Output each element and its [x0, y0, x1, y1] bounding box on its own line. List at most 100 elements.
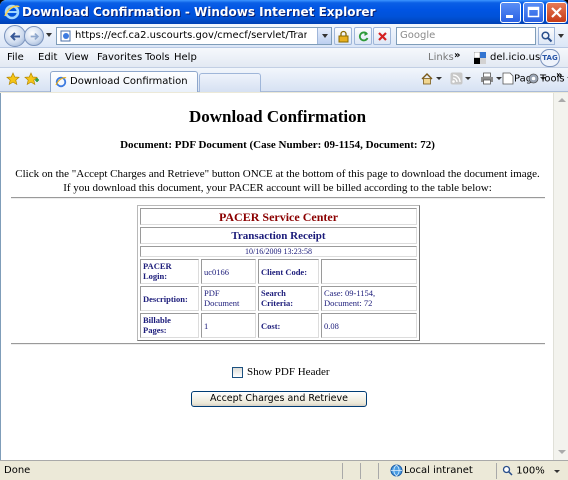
address-field[interactable]: https://ecf.ca2.uscourts.gov/cmecf/servl… — [56, 27, 332, 45]
tag-button[interactable]: TAG — [540, 49, 560, 67]
search-criteria-value: Case: 09-1154, Document: 72 — [321, 286, 417, 311]
refresh-icon — [358, 31, 369, 42]
minimize-icon — [506, 15, 513, 18]
menu-bar: File Edit View Favorites Tools Help Link… — [0, 48, 568, 68]
billable-pages-value: 1 — [201, 313, 256, 338]
home-icon — [421, 73, 433, 85]
menu-tools[interactable]: Tools — [145, 52, 170, 63]
document-line: Document: PDF Document (Case Number: 09-… — [120, 139, 435, 151]
minimize-button[interactable] — [500, 2, 521, 23]
refresh-button[interactable] — [354, 27, 372, 45]
stop-button[interactable] — [373, 27, 391, 45]
instruction-text-1: Click on the "Accept Charges and Retriev… — [15, 168, 540, 180]
home-button[interactable] — [420, 72, 442, 85]
lock-icon — [338, 30, 349, 43]
page-content: Download Confirmation Document: PDF Docu… — [0, 93, 553, 460]
menu-favorites[interactable]: Favorites — [97, 52, 142, 63]
tab-bar: Download Confirmation Page Tools » — [0, 68, 568, 92]
checkbox-box[interactable] — [232, 367, 243, 378]
billable-pages-label: Billable Pages: — [140, 313, 199, 338]
magnifier-icon — [541, 31, 553, 43]
command-bar-chevron-icon[interactable]: » — [556, 70, 562, 81]
add-favorite-icon[interactable] — [24, 72, 40, 86]
close-icon — [551, 7, 562, 18]
menu-view[interactable]: View — [65, 52, 89, 63]
printer-icon — [481, 72, 493, 85]
ie-logo-icon — [4, 4, 20, 20]
delicious-icon — [474, 52, 486, 64]
search-input[interactable]: Google — [396, 27, 536, 45]
close-button[interactable] — [546, 2, 567, 23]
zoom-magnifier-icon — [502, 465, 513, 476]
address-toolbar: https://ecf.ca2.uscourts.gov/cmecf/servl… — [0, 24, 568, 48]
tab-label: Download Confirmation — [70, 76, 188, 87]
show-pdf-header-label[interactable]: Show PDF Header — [247, 366, 330, 378]
intranet-globe-icon — [390, 464, 403, 477]
security-lock-button[interactable] — [334, 27, 352, 45]
cost-value: 0.08 — [321, 313, 417, 338]
receipt-subtitle: Transaction Receipt — [140, 227, 417, 244]
search-button[interactable] — [538, 27, 555, 45]
search-criteria-label: Search Criteria: — [258, 286, 319, 311]
browser-window: Download Confirmation - Windows Internet… — [0, 0, 568, 480]
ie-page-icon — [55, 76, 67, 88]
instruction-text-2: If you download this document, your PACE… — [63, 182, 492, 194]
title-bar[interactable]: Download Confirmation - Windows Internet… — [0, 0, 568, 24]
window-title: Download Confirmation - Windows Internet… — [22, 5, 376, 19]
divider-bottom — [11, 343, 545, 345]
receipt-datetime: 10/16/2009 13:23:58 — [140, 246, 417, 257]
forward-arrow-icon — [30, 32, 40, 41]
receipt-title: PACER Service Center — [140, 208, 417, 225]
scroll-down-arrow-icon[interactable] — [555, 445, 568, 459]
links-toolbar[interactable]: Links — [428, 52, 454, 63]
print-button[interactable] — [480, 72, 502, 85]
forward-button[interactable] — [24, 26, 44, 46]
recent-pages-dropdown[interactable] — [46, 33, 52, 37]
menu-edit[interactable]: Edit — [38, 52, 57, 63]
zoom-level-button[interactable]: 100% — [502, 465, 545, 477]
page-title: Download Confirmation — [188, 107, 367, 126]
gear-icon — [528, 73, 539, 84]
description-value: PDF Document — [201, 286, 256, 311]
login-value: uc0166 — [201, 259, 256, 284]
new-tab-button[interactable] — [199, 73, 261, 92]
address-url[interactable]: https://ecf.ca2.uscourts.gov/cmecf/servl… — [75, 30, 307, 41]
menu-file[interactable]: File — [7, 52, 24, 63]
cost-label: Cost: — [258, 313, 319, 338]
feeds-button[interactable] — [450, 72, 471, 85]
vertical-scrollbar[interactable] — [553, 93, 568, 460]
status-divider — [360, 463, 361, 479]
description-label: Description: — [140, 286, 199, 311]
links-chevron-icon[interactable]: » — [454, 50, 460, 61]
zoom-level-label: 100% — [516, 465, 545, 477]
search-options-dropdown[interactable] — [558, 34, 564, 38]
divider-top — [11, 197, 545, 199]
status-divider — [342, 463, 343, 479]
delicious-label: del.icio.us — [490, 52, 541, 63]
tab-download-confirmation[interactable]: Download Confirmation — [50, 71, 198, 92]
favorites-star-icon[interactable] — [6, 72, 20, 86]
search-placeholder: Google — [400, 30, 436, 41]
stop-icon — [378, 32, 387, 41]
feeds-icon — [450, 72, 463, 85]
maximize-icon — [527, 6, 540, 18]
accept-charges-button[interactable]: Accept Charges and Retrieve — [191, 391, 367, 407]
client-code-label: Client Code: — [258, 259, 319, 284]
maximize-button[interactable] — [523, 2, 544, 23]
page-icon — [60, 30, 71, 42]
menu-help[interactable]: Help — [174, 52, 197, 63]
address-dropdown-button[interactable] — [317, 28, 331, 44]
delicious-bookmark-button[interactable]: del.icio.us — [474, 50, 540, 66]
transaction-receipt-table: PACER Service Center Transaction Receipt… — [137, 205, 420, 341]
zoom-dropdown-icon[interactable] — [554, 470, 560, 473]
login-label: PACER Login: — [140, 259, 199, 284]
back-button[interactable] — [4, 25, 26, 47]
status-divider — [378, 463, 379, 479]
status-bar: Done Local intranet 100% — [0, 460, 568, 480]
back-arrow-icon — [10, 32, 20, 41]
status-text: Done — [4, 465, 31, 476]
status-divider — [496, 463, 497, 479]
page-icon — [502, 72, 514, 85]
client-code-value — [321, 259, 417, 284]
scroll-up-arrow-icon[interactable] — [555, 94, 568, 108]
